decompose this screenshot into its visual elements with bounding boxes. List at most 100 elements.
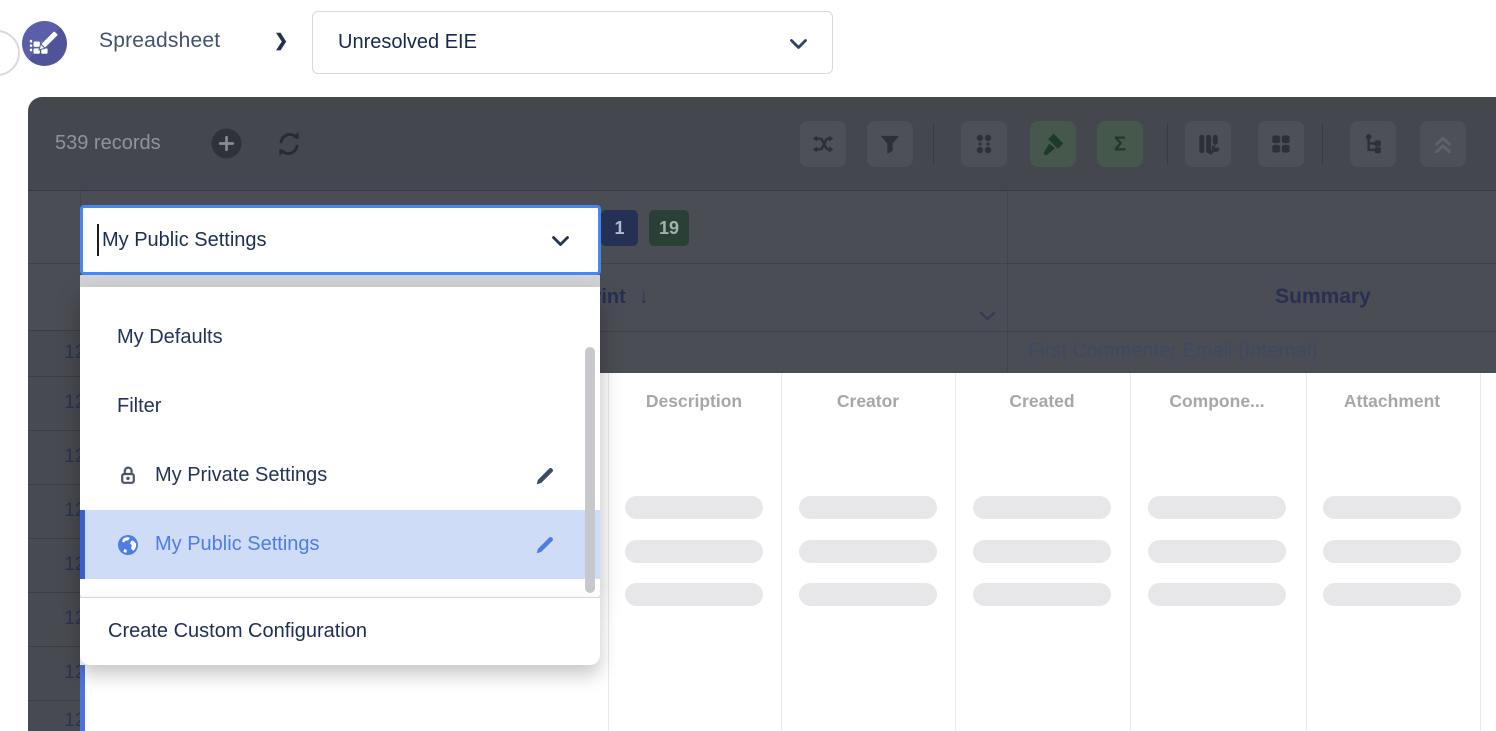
skeleton-pill <box>625 540 763 563</box>
toolbar-divider <box>933 123 934 165</box>
plus-icon <box>211 128 242 159</box>
add-record-button[interactable] <box>211 128 242 159</box>
config-combobox[interactable]: My Public Settings <box>80 205 601 275</box>
count-badge-navy: 1 <box>601 210 638 246</box>
skeleton-pill <box>973 496 1111 519</box>
row-divider <box>28 538 80 539</box>
row-divider <box>28 700 80 701</box>
filter-icon <box>877 131 903 157</box>
sort-descending-icon: ↓ <box>639 286 649 308</box>
column-gridline <box>955 373 956 731</box>
row-number[interactable]: 124 <box>28 445 80 469</box>
toolbar-divider <box>1322 123 1323 165</box>
sigma-icon: Σ <box>1107 131 1133 157</box>
filter-button[interactable] <box>867 121 913 167</box>
row-divider <box>28 646 80 647</box>
skeleton-pill <box>1323 540 1461 563</box>
layout-grid-icon <box>1268 131 1294 157</box>
column-gridline <box>781 373 782 731</box>
hierarchy-icon <box>1360 131 1386 157</box>
breadcrumb-chevron-icon: ❯ <box>274 31 288 51</box>
skeleton-pill <box>625 583 763 606</box>
column-settings-button[interactable] <box>1185 121 1231 167</box>
column-gridline <box>1480 373 1481 731</box>
refresh-button[interactable] <box>274 129 304 159</box>
menu-item-my-defaults[interactable]: My Defaults <box>80 303 600 372</box>
spacing-button[interactable] <box>961 121 1007 167</box>
collapse-double-chevron-up-icon <box>1430 131 1456 157</box>
globe-icon <box>116 533 140 557</box>
skeleton-pill <box>1148 496 1286 519</box>
layout-button[interactable] <box>1258 121 1304 167</box>
config-menu: My Defaults Filter My Private Settings <box>80 287 600 597</box>
row-number[interactable]: 125 <box>28 499 80 523</box>
records-count: 539 records <box>55 97 161 190</box>
skeleton-pill <box>799 583 937 606</box>
shuffle-icon <box>810 131 836 157</box>
column-gridline <box>1306 373 1307 731</box>
column-settings-icon <box>1195 131 1221 157</box>
paint-brush-icon <box>1040 131 1066 157</box>
row-divider <box>28 376 80 377</box>
skeleton-pill <box>1148 583 1286 606</box>
row-number[interactable]: 127 <box>28 607 80 631</box>
skeleton-pill <box>625 496 763 519</box>
text-cursor <box>97 224 99 256</box>
column-header[interactable]: Creator <box>837 391 899 412</box>
menu-item-my-public-settings[interactable]: My Public Settings <box>80 510 600 579</box>
skeleton-pill <box>973 540 1111 563</box>
row-number-column: 122 123 124 125 126 127 128 129 <box>28 330 80 731</box>
row-number[interactable]: 129 <box>28 709 80 731</box>
edit-private-settings-button[interactable] <box>534 465 556 487</box>
row-number[interactable]: 122 <box>28 341 80 365</box>
row-number[interactable]: 123 <box>28 391 80 415</box>
refresh-icon <box>274 129 304 159</box>
hierarchy-button[interactable] <box>1350 121 1396 167</box>
column-gridline <box>1130 373 1131 731</box>
count-badge-green: 19 <box>649 210 689 246</box>
spacing-dots-icon <box>971 131 997 157</box>
app-logo-icon <box>22 21 67 71</box>
edit-public-settings-button[interactable] <box>534 534 556 556</box>
column-header[interactable]: Created <box>1009 391 1074 412</box>
skeleton-pill <box>1148 540 1286 563</box>
sum-button[interactable]: Σ <box>1097 121 1143 167</box>
shuffle-button[interactable] <box>800 121 846 167</box>
popup-gap <box>80 275 600 287</box>
row-divider <box>28 592 80 593</box>
toolbar-divider <box>1167 123 1168 165</box>
pencil-icon <box>534 534 556 556</box>
scrollbar-thumb[interactable] <box>585 347 595 593</box>
row-number[interactable]: 128 <box>28 661 80 685</box>
skeleton-pill <box>799 496 937 519</box>
toolbar: 539 records <box>28 97 1496 190</box>
config-combobox-value: My Public Settings <box>102 208 267 272</box>
column-header[interactable]: Compone... <box>1169 391 1264 412</box>
skeleton-pill <box>1323 583 1461 606</box>
create-custom-configuration-button[interactable]: Create Custom Configuration <box>80 597 600 665</box>
subheader-label: First Commenter Email (Internal) <box>1028 340 1318 363</box>
row-divider <box>28 484 80 485</box>
column-header[interactable]: Description <box>646 391 742 412</box>
summary-column-header[interactable]: Summary <box>1275 285 1371 309</box>
view-selector-value: Unresolved EIE <box>338 12 477 73</box>
page-title: Spreadsheet <box>99 29 220 53</box>
row-number[interactable]: 126 <box>28 553 80 577</box>
menu-item-my-private-settings[interactable]: My Private Settings <box>80 441 600 510</box>
pencil-icon <box>534 465 556 487</box>
skeleton-pill <box>973 583 1111 606</box>
partial-avatar-icon <box>0 30 20 76</box>
skeleton-pill <box>1323 496 1461 519</box>
selected-column-indicator <box>80 665 85 731</box>
chevron-down-icon[interactable] <box>979 311 996 321</box>
svg-text:Σ: Σ <box>1114 133 1126 156</box>
column-header[interactable]: Attachment <box>1344 391 1440 412</box>
menu-item-filter[interactable]: Filter <box>80 372 600 441</box>
chevron-down-icon <box>551 235 570 247</box>
paint-format-button[interactable] <box>1030 121 1076 167</box>
view-selector[interactable]: Unresolved EIE <box>312 11 833 74</box>
collapse-button[interactable] <box>1420 121 1466 167</box>
row-divider <box>28 430 80 431</box>
top-bar: Spreadsheet ❯ Unresolved EIE <box>0 0 1496 97</box>
skeleton-pill <box>799 540 937 563</box>
